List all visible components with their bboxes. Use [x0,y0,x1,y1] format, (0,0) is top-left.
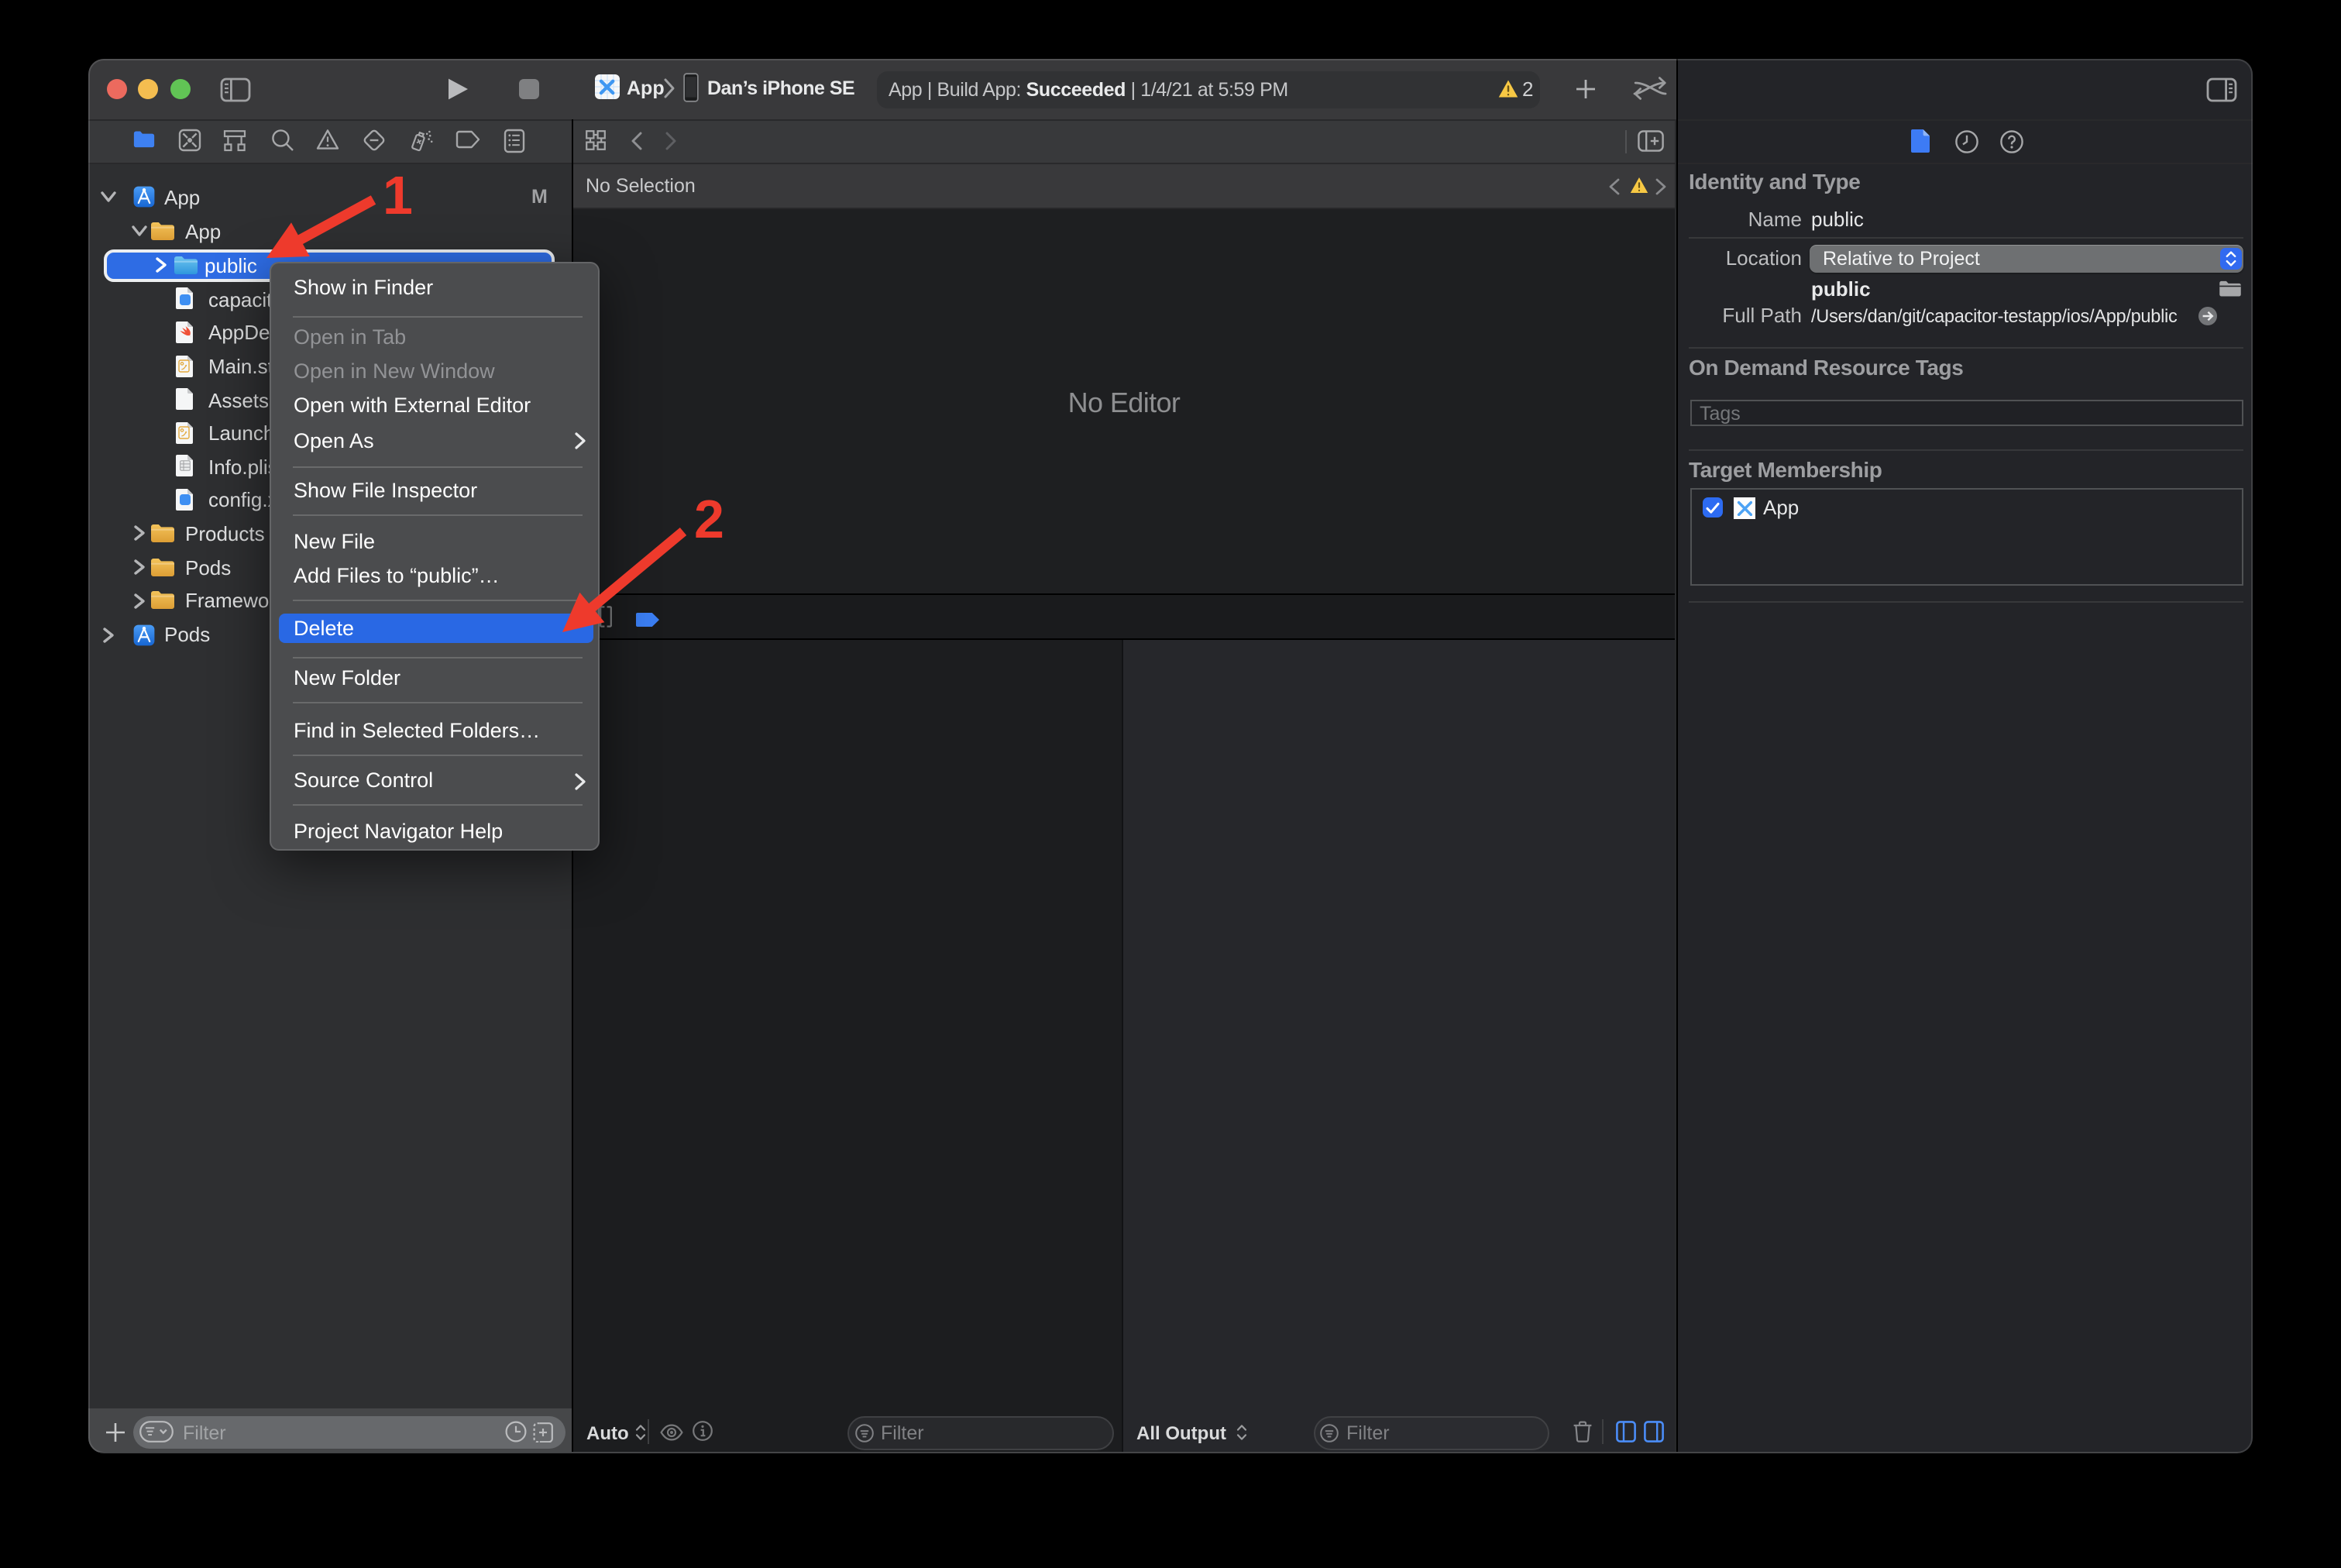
svg-text:1: 1 [383,165,413,225]
svg-text:2: 2 [694,489,724,549]
